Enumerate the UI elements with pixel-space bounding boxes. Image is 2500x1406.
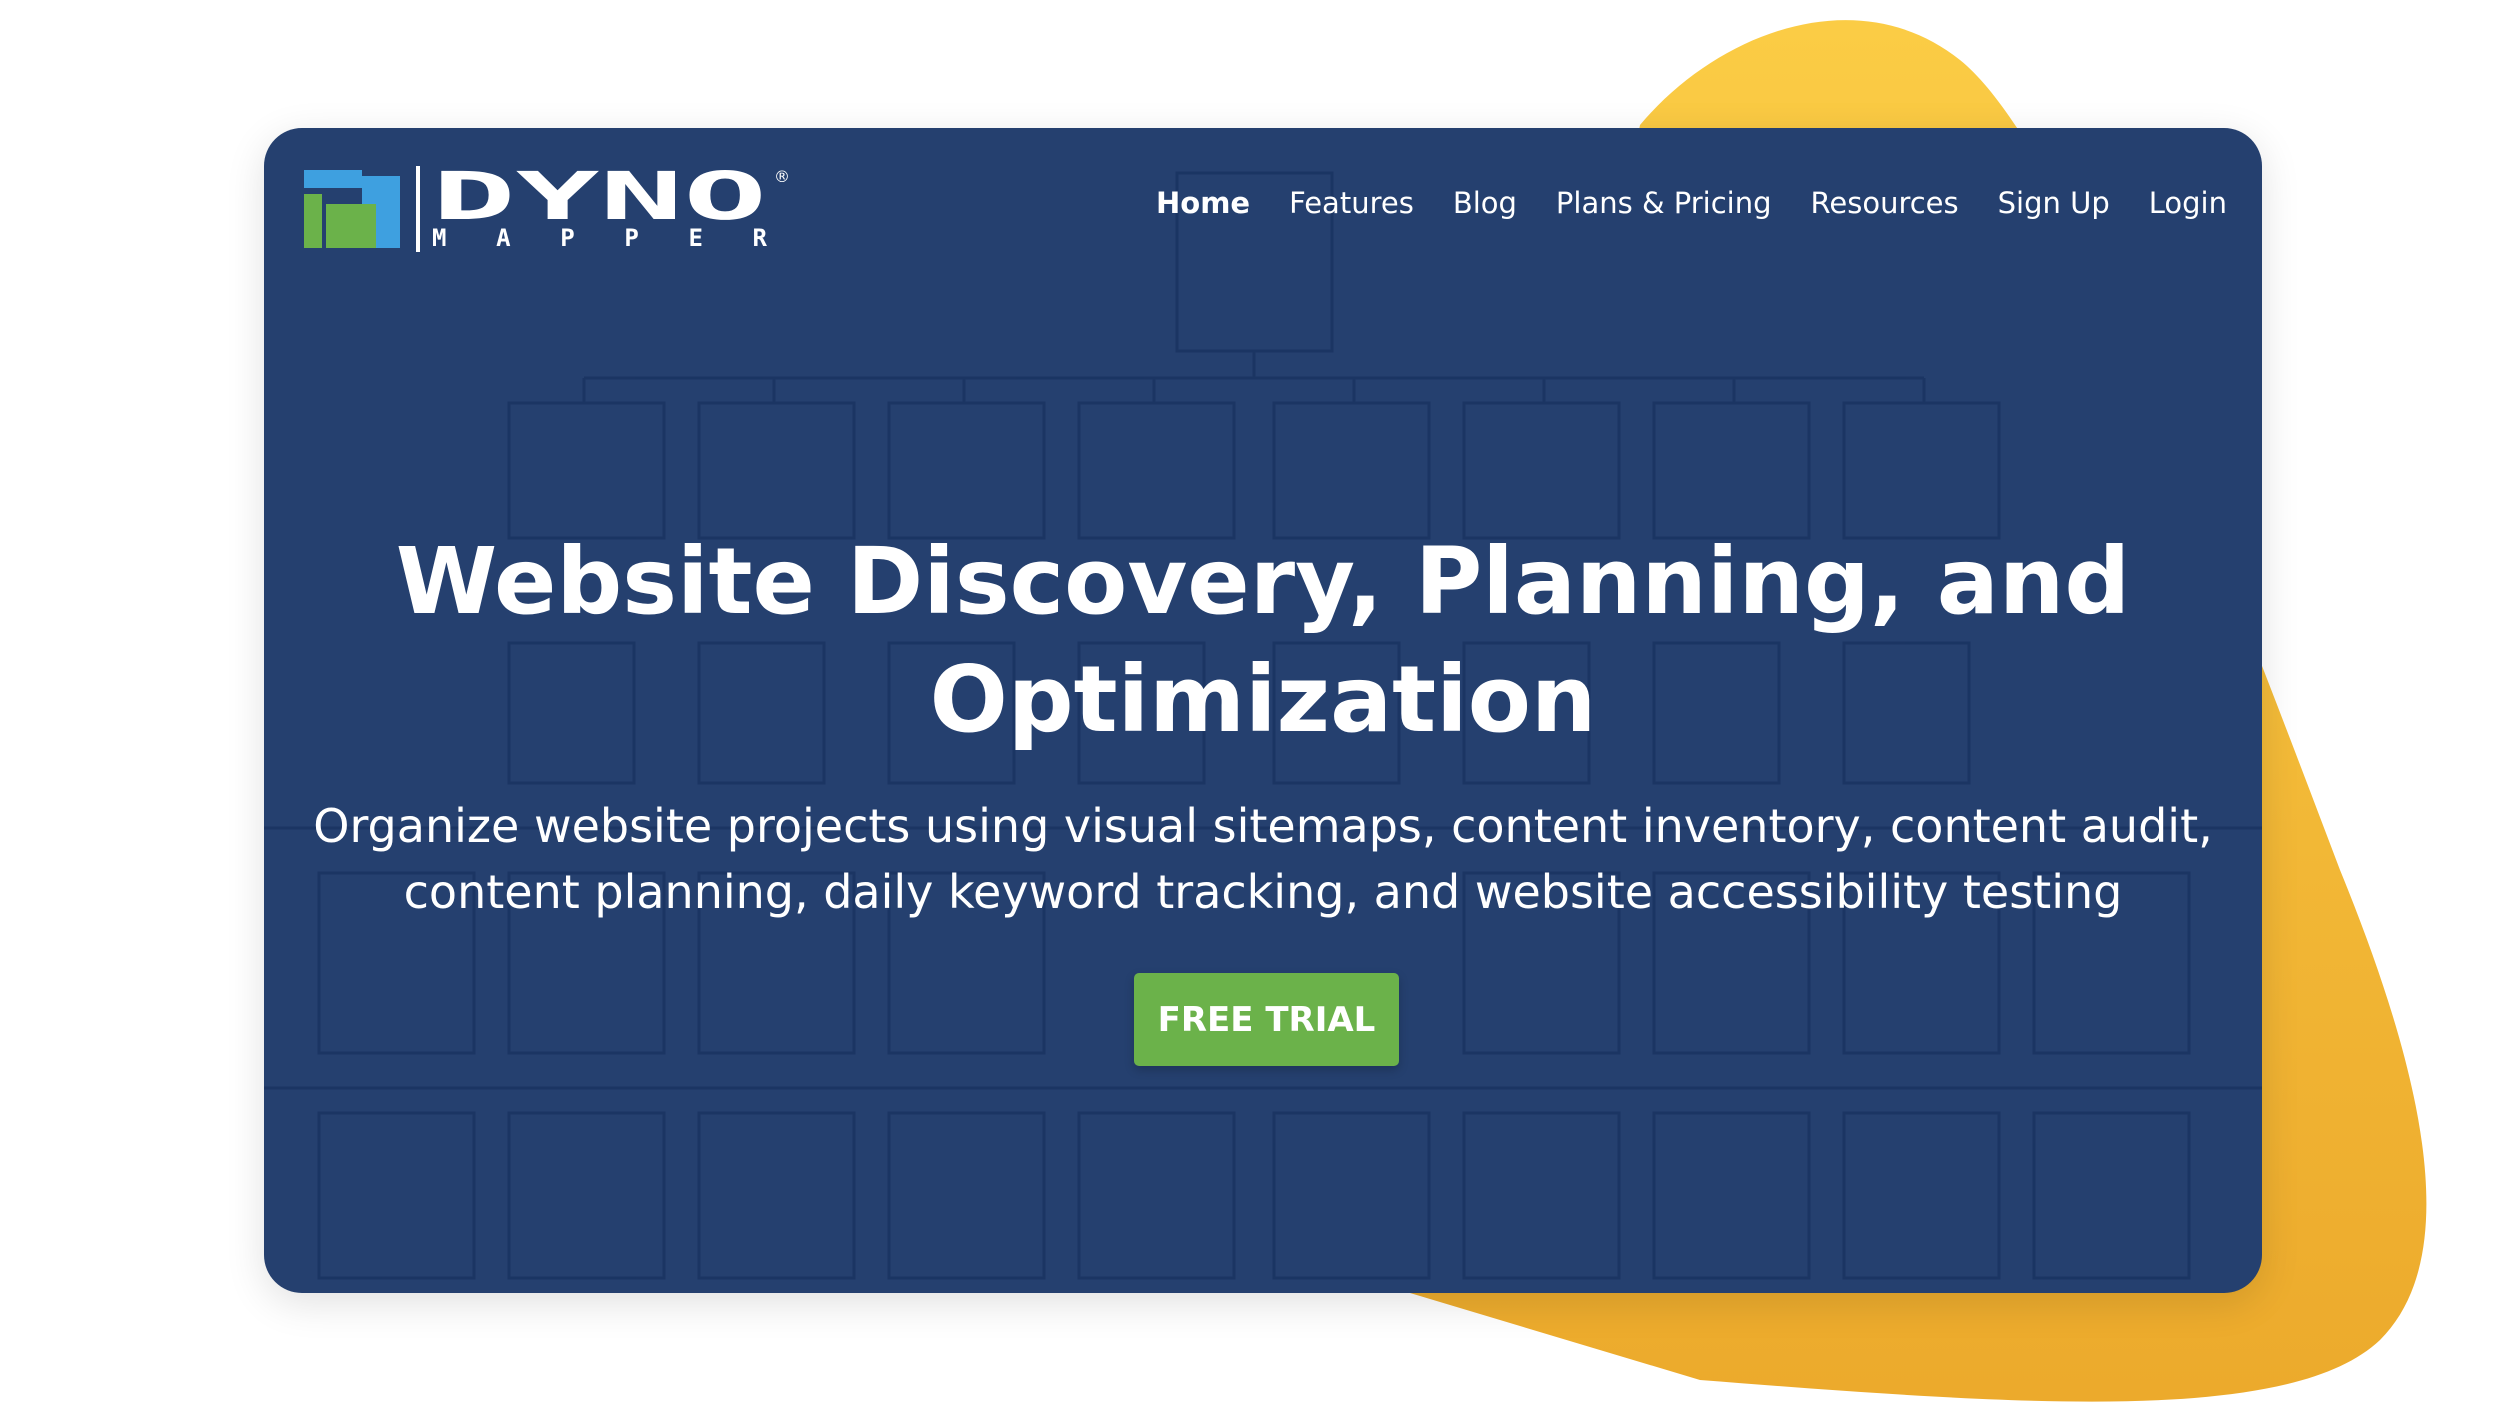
- hero-title-line-1: Website Discovery, Planning, and: [395, 528, 2131, 635]
- hero-title: Website Discovery, Planning, and Optimiz…: [264, 523, 2262, 759]
- hero-subtitle-line-2: content planning, daily keyword tracking…: [403, 865, 2123, 919]
- logo-wordmark: DYNO: [432, 164, 767, 235]
- hero-card: DYNO ® MAPPER Home Features Blog Plans &…: [264, 128, 2262, 1293]
- logo-registered-mark: ®: [774, 167, 790, 186]
- nav-plans-pricing[interactable]: Plans & Pricing: [1556, 186, 1772, 220]
- nav-blog[interactable]: Blog: [1453, 186, 1517, 220]
- dyno-mapper-logo-icon: [304, 170, 400, 248]
- nav-features[interactable]: Features: [1289, 186, 1414, 220]
- hero-subtitle: Organize website projects using visual s…: [294, 793, 2232, 925]
- nav-login[interactable]: Login: [2149, 186, 2227, 220]
- nav-resources[interactable]: Resources: [1811, 186, 1959, 220]
- main-nav: Home Features Blog Plans & Pricing Resou…: [1156, 186, 2227, 220]
- nav-sign-up[interactable]: Sign Up: [1998, 186, 2110, 220]
- hero-title-line-2: Optimization: [929, 646, 1597, 753]
- free-trial-button[interactable]: FREE TRIAL: [1134, 973, 1399, 1066]
- nav-home[interactable]: Home: [1156, 186, 1250, 220]
- hero-subtitle-line-1: Organize website projects using visual s…: [313, 799, 2213, 853]
- dyno-mapper-logo[interactable]: DYNO ® MAPPER: [304, 164, 794, 254]
